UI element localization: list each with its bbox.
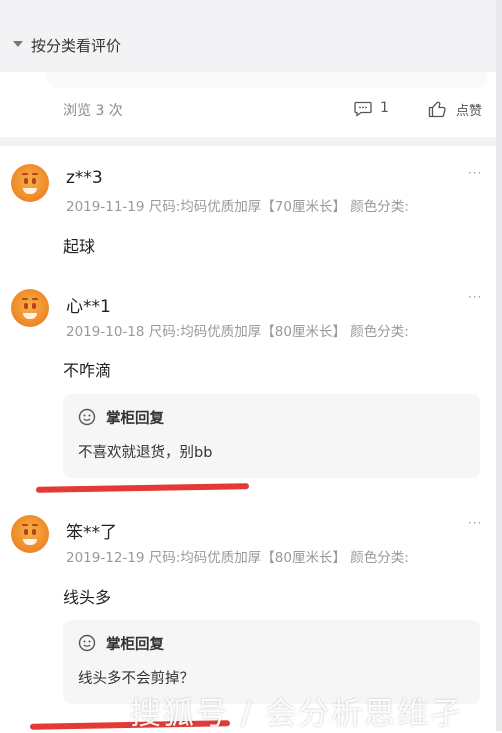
right-edge bbox=[496, 0, 502, 731]
filter-header[interactable]: 按分类看评价 bbox=[0, 0, 502, 72]
seller-reply-title: 掌柜回复 bbox=[106, 411, 164, 427]
thumbs-up-icon bbox=[428, 101, 446, 118]
seller-reply: 掌柜回复 不喜欢就退货，别bb bbox=[63, 394, 480, 478]
review-meta: 2019-11-19 尺码:均码优质加厚【70厘米长】 颜色分类: bbox=[66, 199, 409, 215]
caret-down-icon bbox=[13, 41, 23, 47]
review-text: 起球 bbox=[63, 237, 96, 256]
more-icon[interactable]: ··· bbox=[468, 290, 482, 304]
comment-count: 1 bbox=[380, 100, 389, 116]
highlight-underline bbox=[35, 483, 250, 493]
watermark: 搜狐号 / 会分析思维孑 bbox=[130, 696, 464, 732]
more-icon[interactable]: ··· bbox=[468, 166, 482, 180]
seller-reply-text: 不喜欢就退货，别bb bbox=[78, 445, 213, 461]
section-divider bbox=[0, 137, 502, 146]
review-meta: 2019-12-19 尺码:均码优质加厚【80厘米长】 颜色分类: bbox=[66, 550, 409, 566]
review-meta: 2019-10-18 尺码:均码优质加厚【80厘米长】 颜色分类: bbox=[66, 324, 409, 340]
review-username: 笨**了 bbox=[66, 523, 117, 543]
review-username: 心**1 bbox=[66, 297, 111, 317]
comment-icon bbox=[354, 101, 372, 117]
seller-reply-icon bbox=[78, 408, 96, 426]
avatar[interactable] bbox=[11, 515, 49, 553]
stats-bar: 浏览 3 次 1 点赞 bbox=[0, 98, 502, 122]
review-text: 不咋滴 bbox=[63, 361, 112, 380]
filter-title: 按分类看评价 bbox=[31, 37, 122, 55]
card-bottom-edge bbox=[47, 72, 487, 88]
views-count: 浏览 3 次 bbox=[63, 103, 123, 119]
seller-reply-text: 线头多不会剪掉？ bbox=[78, 671, 194, 687]
like-label: 点赞 bbox=[456, 104, 483, 119]
avatar[interactable] bbox=[11, 164, 49, 202]
more-icon[interactable]: ··· bbox=[468, 516, 482, 530]
seller-reply-title: 掌柜回复 bbox=[106, 637, 164, 653]
avatar[interactable] bbox=[11, 289, 49, 327]
seller-reply-icon bbox=[78, 634, 96, 652]
review-text: 线头多 bbox=[63, 588, 112, 607]
review-username: z**3 bbox=[66, 168, 103, 188]
